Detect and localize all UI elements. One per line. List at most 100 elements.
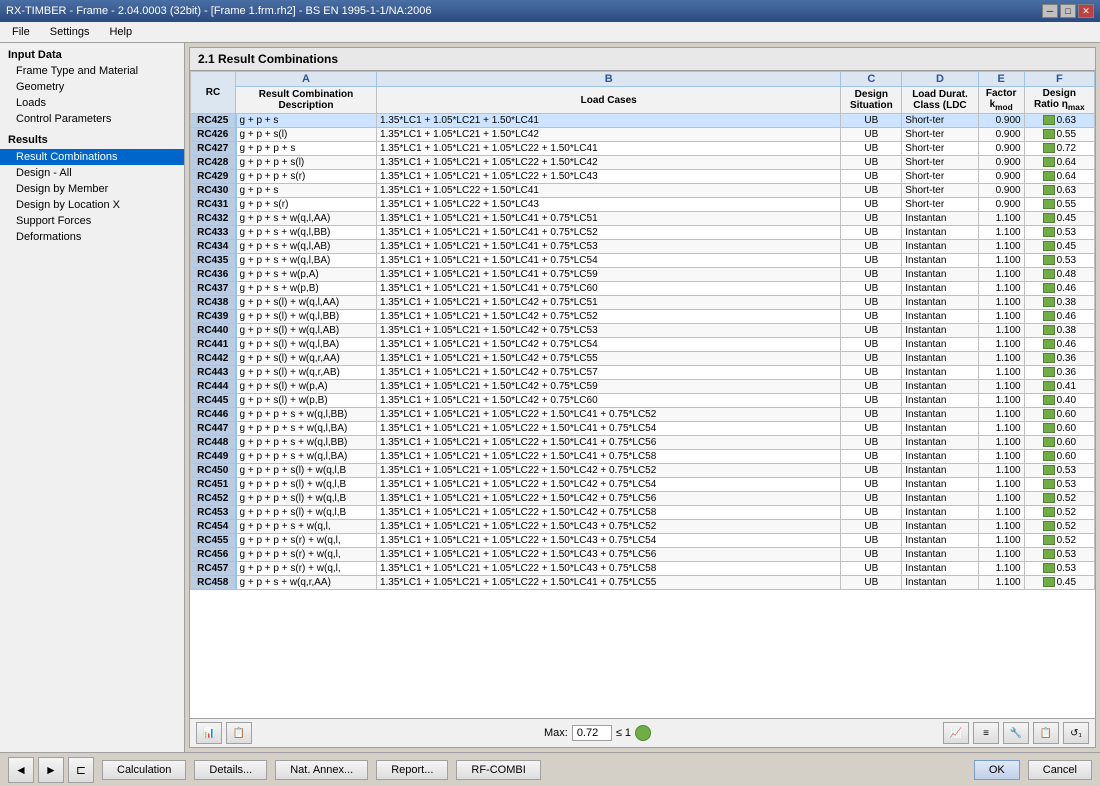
menu-file[interactable]: File — [4, 24, 38, 40]
table-row[interactable]: RC452 g + p + p + s(l) + w(q,l,B 1.35*LC… — [191, 492, 1095, 506]
table-row[interactable]: RC447 g + p + p + s + w(q,l,BA) 1.35*LC1… — [191, 422, 1095, 436]
table-row[interactable]: RC435 g + p + s + w(q,l,BA) 1.35*LC1 + 1… — [191, 254, 1095, 268]
row-load-cases: 1.35*LC1 + 1.05*LC21 + 1.50*LC42 + 0.75*… — [376, 394, 840, 408]
report-button[interactable]: Report... — [376, 760, 448, 780]
row-factor: 1.100 — [978, 450, 1024, 464]
rc-id: RC428 — [191, 156, 236, 170]
menu-settings[interactable]: Settings — [42, 24, 98, 40]
row-factor: 1.100 — [978, 408, 1024, 422]
nav-next-button[interactable]: ► — [38, 757, 64, 783]
table-row[interactable]: RC453 g + p + p + s(l) + w(q,l,B 1.35*LC… — [191, 506, 1095, 520]
row-factor: 1.100 — [978, 492, 1024, 506]
table-row[interactable]: RC438 g + p + s(l) + w(q,l,AA) 1.35*LC1 … — [191, 296, 1095, 310]
rc-id: RC426 — [191, 128, 236, 142]
nat-annex-button[interactable]: Nat. Annex... — [275, 760, 368, 780]
row-ldc: Instantan — [902, 520, 978, 534]
table-row[interactable]: RC437 g + p + s + w(p,B) 1.35*LC1 + 1.05… — [191, 282, 1095, 296]
sidebar-item-deformations[interactable]: Deformations — [0, 229, 184, 245]
sidebar-item-result-combinations[interactable]: Result Combinations — [0, 149, 184, 165]
rf-combi-button[interactable]: RF-COMBI — [456, 760, 540, 780]
cancel-button[interactable]: Cancel — [1028, 760, 1092, 780]
row-situation: UB — [841, 240, 902, 254]
row-ldc: Instantan — [902, 548, 978, 562]
close-button[interactable]: ✕ — [1078, 4, 1094, 18]
table-row[interactable]: RC439 g + p + s(l) + w(q,l,BB) 1.35*LC1 … — [191, 310, 1095, 324]
row-description: g + p + p + s(l) — [236, 156, 377, 170]
rc-id: RC443 — [191, 366, 236, 380]
nav-prev-button[interactable]: ◄ — [8, 757, 34, 783]
row-load-cases: 1.35*LC1 + 1.05*LC21 + 1.50*LC41 + 0.75*… — [376, 212, 840, 226]
nav-home-button[interactable]: ⊏ — [68, 757, 94, 783]
table-row[interactable]: RC431 g + p + s(r) 1.35*LC1 + 1.05*LC22 … — [191, 198, 1095, 212]
calculation-button[interactable]: Calculation — [102, 760, 186, 780]
table-row[interactable]: RC446 g + p + p + s + w(q,l,BB) 1.35*LC1… — [191, 408, 1095, 422]
sidebar-item-support-forces[interactable]: Support Forces — [0, 213, 184, 229]
table-row[interactable]: RC432 g + p + s + w(q,l,AA) 1.35*LC1 + 1… — [191, 212, 1095, 226]
row-description: g + p + p + s(r) + w(q,l, — [236, 534, 377, 548]
details-button[interactable]: Details... — [194, 760, 267, 780]
row-situation: UB — [841, 562, 902, 576]
row-description: g + p + s(l) + w(p,B) — [236, 394, 377, 408]
row-description: g + p + p + s(l) + w(q,l,B — [236, 464, 377, 478]
table-row[interactable]: RC454 g + p + p + s + w(q,l, 1.35*LC1 + … — [191, 520, 1095, 534]
row-factor: 1.100 — [978, 324, 1024, 338]
sidebar-item-geometry[interactable]: Geometry — [0, 79, 184, 95]
table-row[interactable]: RC441 g + p + s(l) + w(q,l,BA) 1.35*LC1 … — [191, 338, 1095, 352]
sidebar-item-frame-type[interactable]: Frame Type and Material — [0, 63, 184, 79]
menu-help[interactable]: Help — [101, 24, 140, 40]
info-btn[interactable]: 📋 — [1033, 722, 1059, 744]
row-situation: UB — [841, 366, 902, 380]
table-row[interactable]: RC442 g + p + s(l) + w(q,r,AA) 1.35*LC1 … — [191, 352, 1095, 366]
table-container[interactable]: RC A B C D E F Result CombinationDescrip… — [190, 71, 1095, 718]
table-row[interactable]: RC443 g + p + s(l) + w(q,r,AB) 1.35*LC1 … — [191, 366, 1095, 380]
row-ldc: Instantan — [902, 394, 978, 408]
table-row[interactable]: RC444 g + p + s(l) + w(p,A) 1.35*LC1 + 1… — [191, 380, 1095, 394]
ok-button[interactable]: OK — [974, 760, 1020, 780]
filter-btn[interactable]: 🔧 — [1003, 722, 1029, 744]
sidebar-item-design-by-member[interactable]: Design by Member — [0, 181, 184, 197]
table-row[interactable]: RC433 g + p + s + w(q,l,BB) 1.35*LC1 + 1… — [191, 226, 1095, 240]
table-row[interactable]: RC450 g + p + p + s(l) + w(q,l,B 1.35*LC… — [191, 464, 1095, 478]
sidebar-item-design-by-location[interactable]: Design by Location X — [0, 197, 184, 213]
graph-btn[interactable]: 📈 — [943, 722, 969, 744]
row-ldc: Short-ter — [902, 128, 978, 142]
maximize-button[interactable]: □ — [1060, 4, 1076, 18]
table-btn[interactable]: ≡ — [973, 722, 999, 744]
row-description: g + p + p + s + w(q,l, — [236, 520, 377, 534]
table-row[interactable]: RC427 g + p + p + s 1.35*LC1 + 1.05*LC21… — [191, 142, 1095, 156]
reset-btn[interactable]: ↺₁ — [1063, 722, 1089, 744]
table-row[interactable]: RC440 g + p + s(l) + w(q,l,AB) 1.35*LC1 … — [191, 324, 1095, 338]
row-ratio: 0.45 — [1024, 576, 1094, 590]
export-btn[interactable]: 📊 — [196, 722, 222, 744]
table-row[interactable]: RC456 g + p + p + s(r) + w(q,l, 1.35*LC1… — [191, 548, 1095, 562]
table-row[interactable]: RC434 g + p + s + w(q,l,AB) 1.35*LC1 + 1… — [191, 240, 1095, 254]
table-row[interactable]: RC457 g + p + p + s(r) + w(q,l, 1.35*LC1… — [191, 562, 1095, 576]
table-row[interactable]: RC426 g + p + s(l) 1.35*LC1 + 1.05*LC21 … — [191, 128, 1095, 142]
table-row[interactable]: RC445 g + p + s(l) + w(p,B) 1.35*LC1 + 1… — [191, 394, 1095, 408]
print-btn[interactable]: 📋 — [226, 722, 252, 744]
sidebar-item-control-params[interactable]: Control Parameters — [0, 111, 184, 127]
table-row[interactable]: RC428 g + p + p + s(l) 1.35*LC1 + 1.05*L… — [191, 156, 1095, 170]
table-bottom-toolbar: 📊 📋 Max: 0.72 ≤ 1 📈 ≡ 🔧 📋 ↺₁ — [190, 718, 1095, 747]
table-row[interactable]: RC449 g + p + p + s + w(q,l,BA) 1.35*LC1… — [191, 450, 1095, 464]
row-ldc: Instantan — [902, 366, 978, 380]
table-row[interactable]: RC436 g + p + s + w(p,A) 1.35*LC1 + 1.05… — [191, 268, 1095, 282]
rc-id: RC454 — [191, 520, 236, 534]
rc-id: RC446 — [191, 408, 236, 422]
table-row[interactable]: RC429 g + p + p + s(r) 1.35*LC1 + 1.05*L… — [191, 170, 1095, 184]
row-load-cases: 1.35*LC1 + 1.05*LC21 + 1.50*LC42 — [376, 128, 840, 142]
table-row[interactable]: RC448 g + p + p + s + w(q,l,BB) 1.35*LC1… — [191, 436, 1095, 450]
table-row[interactable]: RC451 g + p + p + s(l) + w(q,l,B 1.35*LC… — [191, 478, 1095, 492]
minimize-button[interactable]: ─ — [1042, 4, 1058, 18]
row-situation: UB — [841, 212, 902, 226]
sidebar-item-loads[interactable]: Loads — [0, 95, 184, 111]
rc-id: RC432 — [191, 212, 236, 226]
row-load-cases: 1.35*LC1 + 1.05*LC22 + 1.50*LC41 — [376, 184, 840, 198]
sidebar-item-design-all[interactable]: Design - All — [0, 165, 184, 181]
row-description: g + p + s + w(p,A) — [236, 268, 377, 282]
table-row[interactable]: RC425 g + p + s 1.35*LC1 + 1.05*LC21 + 1… — [191, 114, 1095, 128]
row-situation: UB — [841, 268, 902, 282]
table-row[interactable]: RC455 g + p + p + s(r) + w(q,l, 1.35*LC1… — [191, 534, 1095, 548]
table-row[interactable]: RC430 g + p + s 1.35*LC1 + 1.05*LC22 + 1… — [191, 184, 1095, 198]
table-row[interactable]: RC458 g + p + s + w(q,r,AA) 1.35*LC1 + 1… — [191, 576, 1095, 590]
